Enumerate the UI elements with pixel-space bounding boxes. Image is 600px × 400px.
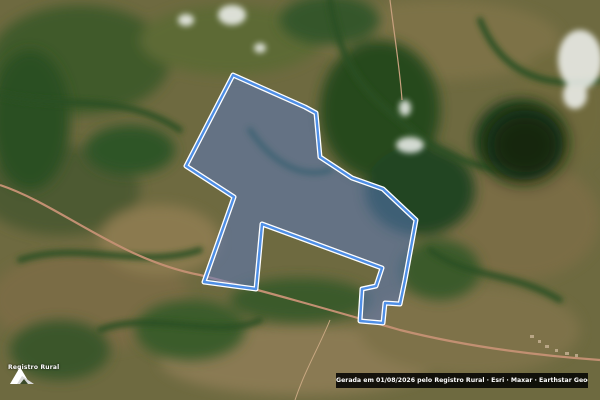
dark-wetland [487,110,563,180]
map-attribution: Gerada em 01/08/2026 pelo Registro Rural… [336,373,588,388]
satellite-imagery [0,0,600,400]
satellite-map[interactable]: Registro Rural Gerada em 01/08/2026 pelo… [0,0,600,400]
brand-logo: Registro Rural [8,364,59,384]
registro-rural-logo-icon [10,367,34,384]
